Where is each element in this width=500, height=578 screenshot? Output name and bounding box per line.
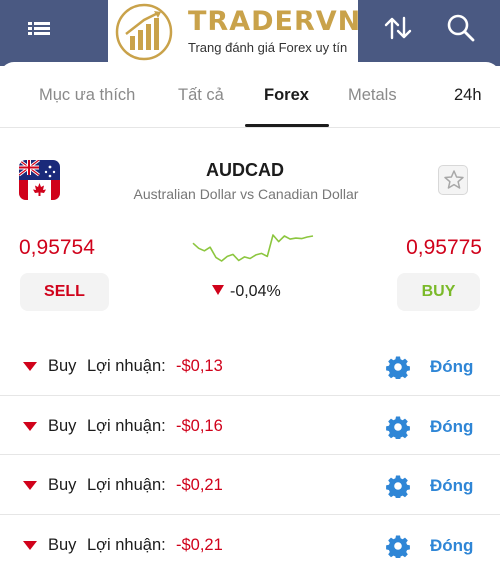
favorite-button[interactable] xyxy=(438,165,468,195)
profit-label: Lợi nhuận: xyxy=(87,476,166,494)
position-row: Buy Lợi nhuận: -$0,13 Đóng xyxy=(0,336,500,396)
watermark-title: TRADERVN xyxy=(188,6,362,37)
hamburger-menu-icon[interactable] xyxy=(22,14,56,42)
position-side: Buy xyxy=(48,416,77,435)
caret-down-icon[interactable] xyxy=(23,421,37,432)
profit-value: -$0,21 xyxy=(176,535,223,554)
profit-label: Lợi nhuận: xyxy=(87,357,166,375)
instrument-name: Australian Dollar vs Canadian Dollar xyxy=(133,186,359,202)
buy-price: 0,95775 xyxy=(406,236,482,259)
position-row: Buy Lợi nhuận: -$0,21 Đóng xyxy=(0,515,500,575)
close-position-button[interactable]: Đóng xyxy=(430,357,473,377)
profit-value: -$0,13 xyxy=(176,357,223,375)
sparkline-path xyxy=(192,234,314,262)
watermark-logo: TRADERVN Trang đánh giá Forex uy tín xyxy=(108,0,362,64)
logo-emblem-icon xyxy=(115,3,173,61)
position-row: Buy Lợi nhuận: -$0,21 Đóng xyxy=(0,455,500,515)
sort-arrows-icon[interactable] xyxy=(382,12,414,44)
close-position-button[interactable]: Đóng xyxy=(430,536,473,556)
profit-value: -$0,16 xyxy=(176,416,223,435)
sell-price: 0,95754 xyxy=(19,236,95,259)
close-position-button[interactable]: Đóng xyxy=(430,417,473,437)
position-side: Buy xyxy=(48,535,77,554)
buy-button[interactable]: BUY xyxy=(397,273,480,311)
tab-forex[interactable]: Forex xyxy=(264,86,309,105)
open-positions-list: Buy Lợi nhuận: -$0,13 Đóng Buy Lợi nhuận… xyxy=(0,336,500,574)
tab-metals[interactable]: Metals xyxy=(348,86,397,105)
position-side: Buy xyxy=(48,476,77,494)
watermark-subtitle: Trang đánh giá Forex uy tín xyxy=(188,40,348,55)
profit-label: Lợi nhuận: xyxy=(87,416,166,435)
position-side: Buy xyxy=(48,357,77,375)
gear-icon[interactable] xyxy=(386,355,410,381)
price-sparkline xyxy=(192,234,314,262)
caret-down-icon[interactable] xyxy=(23,540,37,551)
active-tab-indicator xyxy=(245,124,329,127)
gear-icon[interactable] xyxy=(386,415,410,440)
search-icon[interactable] xyxy=(444,11,478,45)
aud-cad-flag-icon xyxy=(19,160,60,200)
price-change: -0,04% xyxy=(212,283,281,301)
caret-down-icon[interactable] xyxy=(23,481,37,491)
close-position-button[interactable]: Đóng xyxy=(430,476,473,496)
sell-button[interactable]: SELL xyxy=(20,273,109,311)
down-triangle-icon xyxy=(212,285,224,295)
tab-all[interactable]: Tất cả xyxy=(178,86,224,105)
position-row: Buy Lợi nhuận: -$0,16 Đóng xyxy=(0,396,500,455)
profit-label: Lợi nhuận: xyxy=(87,535,166,554)
price-change-value: -0,04% xyxy=(230,283,281,300)
tab-favorites[interactable]: Mục ưa thích xyxy=(39,86,135,105)
profit-value: -$0,21 xyxy=(176,476,223,494)
gear-icon[interactable] xyxy=(386,474,410,500)
gear-icon[interactable] xyxy=(386,534,410,559)
instrument-symbol: AUDCAD xyxy=(206,160,284,180)
caret-down-icon[interactable] xyxy=(23,362,37,372)
tab-24h[interactable]: 24h xyxy=(454,86,482,105)
star-outline-icon xyxy=(444,170,464,189)
category-tabs: Mục ưa thích Tất cả Forex Metals 24h xyxy=(0,62,500,128)
